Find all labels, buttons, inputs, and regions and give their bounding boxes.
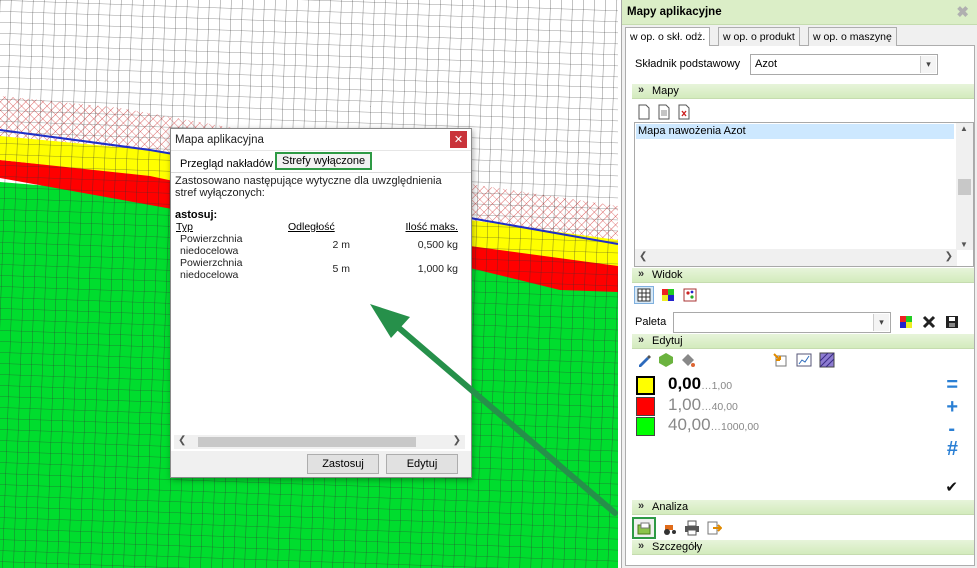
list-item[interactable]: Mapa nawożenia Azot [636, 124, 954, 139]
collapse-chevron-icon[interactable]: » [638, 268, 644, 280]
legend-swatch[interactable] [636, 417, 655, 436]
cell-max-amount: 1,000 kg [417, 263, 458, 275]
chart-icon[interactable] [796, 352, 812, 368]
maps-section-header[interactable]: » Mapy [632, 84, 974, 99]
nutrient-label: Składnik podstawowy [635, 58, 741, 70]
dialog-close-button[interactable]: ✕ [450, 131, 467, 148]
legend-value: 40,00…1000,00 [668, 415, 760, 434]
tab-excluded-zones[interactable]: Strefy wyłączone [275, 152, 373, 170]
points-view-icon[interactable] [682, 287, 698, 303]
view-section-header[interactable]: » Widok [632, 268, 974, 283]
collapse-chevron-icon[interactable]: » [638, 500, 644, 512]
table-row: Powierzchnia niedocelowa 2 m 0,500 kg [176, 233, 458, 257]
collapse-chevron-icon[interactable]: » [638, 334, 644, 346]
maps-list-horizontal-scrollbar[interactable]: ❮ ❯ [635, 249, 957, 266]
dialog-button-row: Zastosuj Edytuj [171, 451, 471, 477]
delete-map-icon[interactable] [676, 104, 692, 120]
apply-button[interactable]: Zastosuj [307, 454, 379, 474]
table-row: Powierzchnia niedocelowa 5 m 1,000 kg [176, 257, 458, 281]
panel-tab-page: Składnik podstawowy Azot ▾ » Mapy Mapa n… [625, 46, 975, 566]
details-section-header[interactable]: » Szczegóły [632, 540, 974, 555]
palette-label: Paleta [635, 316, 667, 328]
panel-title: Mapy aplikacyjne [627, 6, 722, 18]
cell-distance: 2 m [332, 239, 350, 251]
equal-button[interactable]: = [946, 374, 958, 397]
cell-type: Powierzchnia niedocelowa [180, 257, 243, 281]
print-icon[interactable] [684, 520, 700, 536]
hatch-fill-icon[interactable] [819, 352, 835, 368]
scroll-thumb[interactable] [958, 179, 971, 195]
analysis-section-header[interactable]: » Analiza [632, 500, 974, 515]
scroll-up-icon[interactable]: ▲ [960, 124, 968, 133]
column-header-type: Typ [176, 221, 193, 233]
edit-section-header[interactable]: » Edytuj [632, 334, 974, 349]
tab-by-machine[interactable]: w op. o maszynę [808, 27, 897, 46]
scroll-right-icon[interactable]: ❯ [453, 435, 461, 446]
collapse-chevron-icon[interactable]: » [638, 84, 644, 96]
tab-by-product[interactable]: w op. o produkt [718, 27, 800, 46]
delete-palette-icon[interactable] [921, 314, 937, 330]
maps-section-label: Mapy [652, 85, 679, 97]
fill-bucket-icon[interactable] [680, 352, 696, 368]
panel-tabs: w op. o skł. odż. w op. o produkt w op. … [625, 27, 975, 47]
table-header-row: Typ Odległość Ilość maks. [176, 221, 458, 233]
panel-close-icon[interactable]: ✖ [956, 3, 969, 21]
column-header-max-amount: Ilość maks. [405, 221, 458, 233]
add-class-button[interactable]: + [946, 396, 958, 419]
edit-button[interactable]: Edytuj [386, 454, 458, 474]
save-palette-icon[interactable] [944, 314, 960, 330]
import-icon[interactable] [772, 352, 788, 368]
legend-swatch[interactable] [636, 376, 655, 395]
field-analysis-icon[interactable] [636, 520, 652, 536]
expand-chevron-icon[interactable]: » [638, 540, 644, 552]
color-grid-icon[interactable] [660, 287, 676, 303]
palette-select[interactable]: ▾ [673, 312, 891, 333]
edit-section-label: Edytuj [652, 335, 683, 347]
scroll-left-icon[interactable]: ❮ [178, 435, 186, 446]
application-map-dialog: Mapa aplikacyjna ✕ Przegląd nakładów Str… [170, 128, 472, 478]
column-header-distance: Odległość [288, 221, 335, 233]
details-section-label: Szczegóły [652, 541, 703, 553]
palette-grid-icon[interactable] [898, 314, 914, 330]
dialog-titlebar[interactable]: Mapa aplikacyjna ✕ [171, 129, 471, 151]
cell-distance: 5 m [332, 263, 350, 275]
chevron-down-icon[interactable]: ▾ [920, 56, 936, 73]
polygon-icon[interactable] [658, 352, 674, 368]
scroll-thumb[interactable] [198, 437, 416, 447]
scroll-left-icon[interactable]: ❮ [639, 251, 647, 262]
scroll-right-icon[interactable]: ❯ [945, 251, 953, 262]
maps-list-vertical-scrollbar[interactable]: ▲ ▼ [956, 123, 973, 250]
pen-icon[interactable] [636, 352, 652, 368]
tab-by-nutrient[interactable]: w op. o skł. odż. [625, 27, 711, 47]
panel-titlebar: Mapy aplikacyjne ✖ [622, 0, 977, 25]
tractor-icon[interactable] [662, 520, 678, 536]
cell-max-amount: 0,500 kg [417, 239, 458, 251]
legend-value: 0,00…1,00 [668, 374, 733, 393]
view-section-label: Widok [652, 269, 683, 281]
nutrient-select-value: Azot [755, 58, 778, 70]
analysis-section-label: Analiza [652, 501, 689, 513]
section-heading: astosuj: [175, 209, 218, 221]
legend-swatch[interactable] [636, 397, 655, 416]
intro-text: Zastosowano następujące wytyczne dla uwz… [175, 175, 442, 199]
application-maps-panel: Mapy aplikacyjne ✖ w op. o skł. odż. w o… [621, 0, 977, 568]
dialog-title: Mapa aplikacyjna [175, 134, 264, 146]
tab-input-overview[interactable]: Przegląd nakładów [177, 156, 276, 172]
new-map-icon[interactable] [636, 104, 652, 120]
dialog-tabs: Przegląd nakładów Strefy wyłączone [171, 151, 471, 173]
legend-value: 1,00…40,00 [668, 395, 738, 414]
chevron-down-icon[interactable]: ▾ [873, 314, 889, 331]
dialog-content: Zastosowano następujące wytyczne dla uwz… [174, 173, 465, 435]
nutrient-select[interactable]: Azot ▾ [750, 54, 938, 75]
maps-list[interactable]: Mapa nawożenia Azot ▲ ▼ ❮ ❯ [634, 122, 974, 267]
confirm-check-icon[interactable]: ✔ [945, 478, 958, 496]
grid-view-icon[interactable] [636, 287, 652, 303]
export-icon[interactable] [706, 520, 722, 536]
dialog-horizontal-scrollbar[interactable]: ❮ ❯ [174, 435, 465, 449]
cell-type: Powierzchnia niedocelowa [180, 233, 243, 257]
copy-map-icon[interactable] [656, 104, 672, 120]
exclusion-table: Typ Odległość Ilość maks. Powierzchnia n… [176, 221, 458, 281]
hash-button[interactable]: # [947, 438, 958, 461]
scroll-down-icon[interactable]: ▼ [960, 240, 968, 249]
